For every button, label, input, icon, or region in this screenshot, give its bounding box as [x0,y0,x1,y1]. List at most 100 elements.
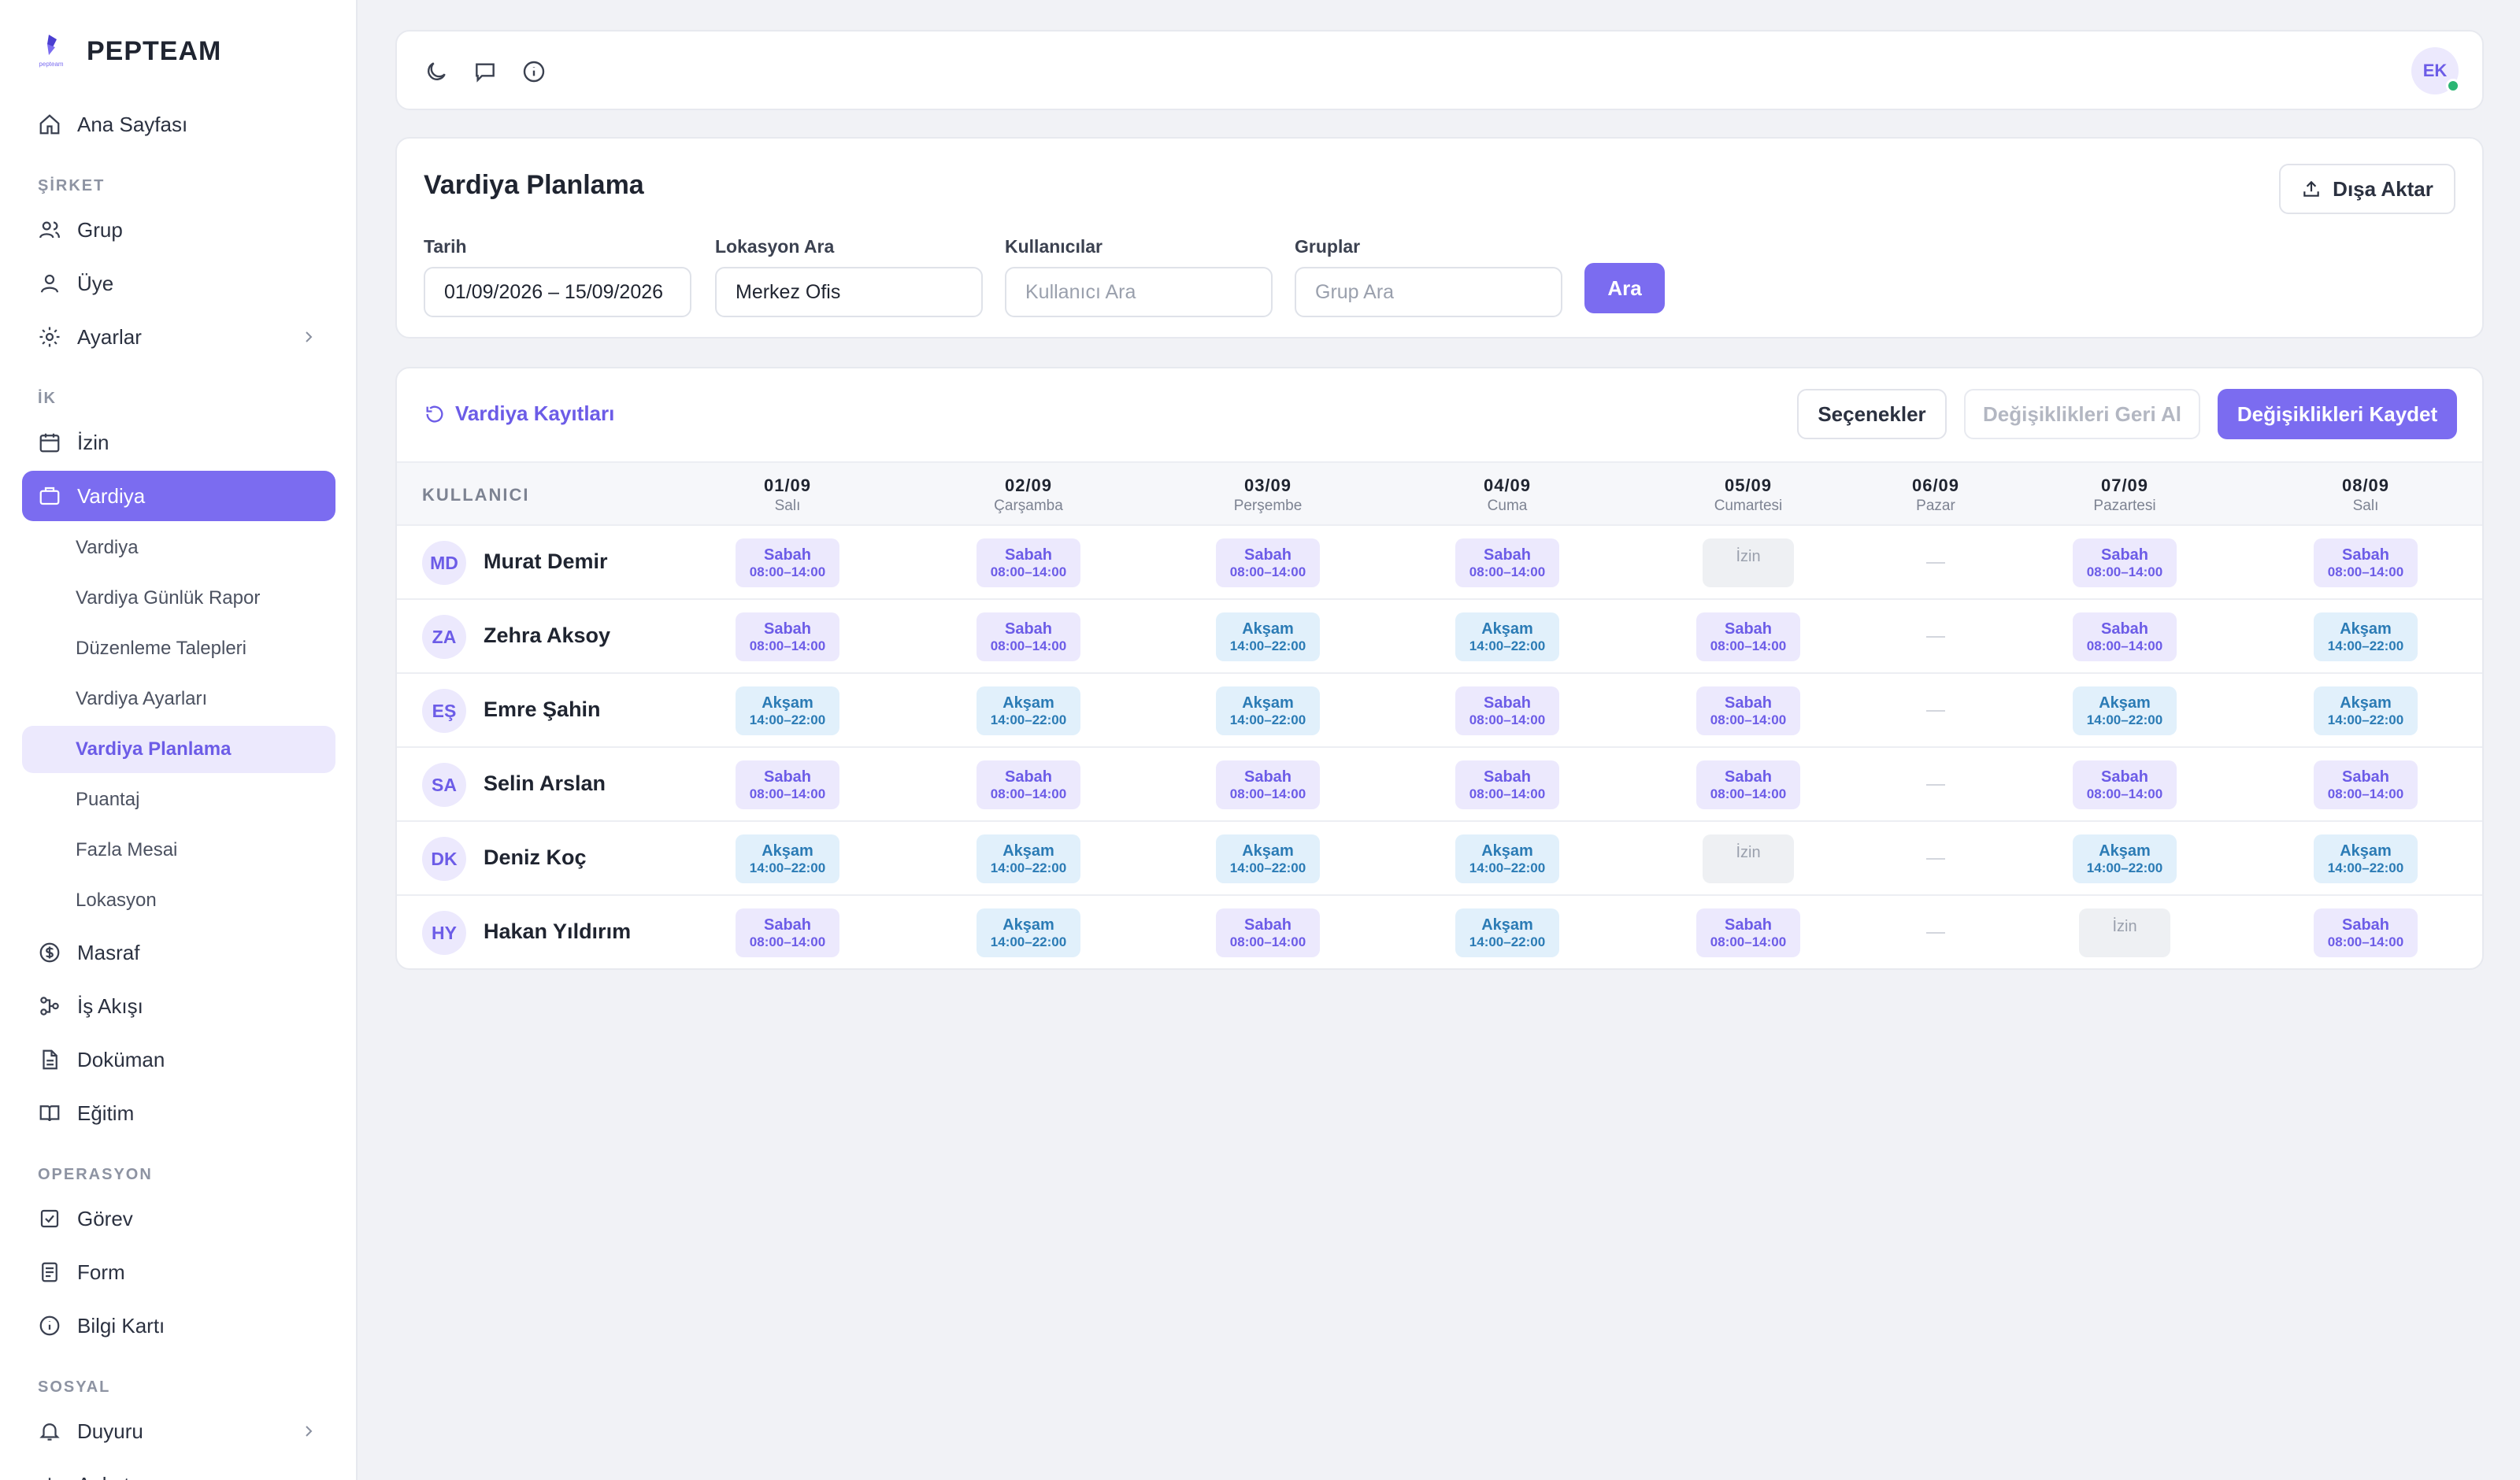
sidebar-subitem-fazla-mesai[interactable]: Fazla Mesai [22,827,335,874]
shift-logs-link[interactable]: Vardiya Kayıtları [424,401,614,426]
sidebar-item-masraf[interactable]: Masraf [22,927,335,978]
sidebar-item-form[interactable]: Form [22,1247,335,1297]
sidebar-item-grup[interactable]: Grup [22,205,335,255]
shift-chip-aksam[interactable]: Akşam 14:00–22:00 [736,834,839,883]
shift-chip-sabah[interactable]: Sabah 08:00–14:00 [1455,760,1559,809]
shift-chip-sabah[interactable]: Sabah 08:00–14:00 [2073,612,2177,661]
search-button[interactable]: Ara [1584,263,1665,313]
shift-chip-sabah[interactable]: Sabah 08:00–14:00 [976,760,1080,809]
revert-changes-button[interactable]: Değişiklikleri Geri Al [1964,389,2200,439]
shift-chip-sabah[interactable]: Sabah 08:00–14:00 [2073,538,2177,587]
sidebar-subitem-vardiya-ayarlari[interactable]: Vardiya Ayarları [22,675,335,723]
user-avatar[interactable]: EK [2411,47,2460,94]
sidebar-subitem-vardiya[interactable]: Vardiya [22,524,335,572]
shift-chip-aksam[interactable]: Akşam 14:00–22:00 [1455,908,1559,957]
shift-label: Sabah [1004,620,1053,638]
shift-chip-sabah[interactable]: Sabah 08:00–14:00 [976,612,1080,661]
shift-chip-sabah[interactable]: Sabah 08:00–14:00 [1696,760,1800,809]
shift-time: 08:00–14:00 [2086,564,2163,579]
day-off-dash [1926,932,1945,934]
shift-chip-aksam[interactable]: Akşam 14:00–22:00 [2073,834,2177,883]
day-date: 02/09 [1004,475,1053,495]
shift-chip-sabah[interactable]: Sabah 08:00–14:00 [1216,908,1320,957]
sidebar-item-home[interactable]: Ana Sayfası [22,99,335,150]
sidebar-item-vardiya[interactable]: Vardiya [22,471,335,521]
shift-chip-sabah[interactable]: Sabah 08:00–14:00 [1455,686,1559,735]
location-input[interactable]: Merkez Ofis [715,267,983,317]
user-name[interactable]: Murat Demir [484,549,608,574]
sidebar-item-uye[interactable]: Üye [22,258,335,309]
leave-chip[interactable]: İzin [1703,834,1794,883]
user-name[interactable]: Deniz Koç [484,845,587,870]
user-avatar-initials: DK [422,837,466,881]
shift-chip-sabah[interactable]: Sabah 08:00–14:00 [1696,612,1800,661]
sidebar-item-anket[interactable]: Anket [22,1460,335,1480]
user-name[interactable]: Hakan Yıldırım [484,919,631,944]
sidebar-item-dokuman[interactable]: Doküman [22,1034,335,1085]
sidebar-subitem-lokasyon[interactable]: Lokasyon [22,877,335,924]
sidebar-item-bilgi-karti[interactable]: Bilgi Kartı [22,1301,335,1351]
sidebar-item-label: Vardiya [77,483,146,508]
date-range-input[interactable]: 01/09/2026 – 15/09/2026 [424,267,691,317]
shift-label: Akşam [1481,842,1533,860]
shift-time: 08:00–14:00 [2327,786,2404,801]
shift-chip-aksam[interactable]: Akşam 14:00–22:00 [1455,834,1559,883]
options-button[interactable]: Seçenekler [1797,389,1947,439]
info-icon[interactable] [521,59,547,84]
moon-icon[interactable] [424,59,449,84]
groups-search-input[interactable]: Grup Ara [1295,267,1562,317]
shift-chip-aksam[interactable]: Akşam 14:00–22:00 [2314,834,2418,883]
sidebar-subitem-gunluk-rapor[interactable]: Vardiya Günlük Rapor [22,575,335,622]
shift-chip-aksam[interactable]: Akşam 14:00–22:00 [1216,834,1320,883]
shift-chip-sabah[interactable]: Sabah 08:00–14:00 [2073,760,2177,809]
shift-chip-sabah[interactable]: Sabah 08:00–14:00 [736,612,839,661]
sidebar-item-izin[interactable]: İzin [22,417,335,468]
brand-logo[interactable]: pepteam PEPTEAM [32,31,221,71]
users-search-input[interactable]: Kullanıcı Ara [1005,267,1273,317]
user-name[interactable]: Selin Arslan [484,771,606,796]
sidebar-item-duyuru[interactable]: Duyuru [22,1406,335,1456]
chat-icon[interactable] [472,59,498,84]
shift-chip-aksam[interactable]: Akşam 14:00–22:00 [2073,686,2177,735]
sidebar-item-gorev[interactable]: Görev [22,1193,335,1244]
shift-chip-sabah[interactable]: Sabah 08:00–14:00 [2314,908,2418,957]
shift-chip-sabah[interactable]: Sabah 08:00–14:00 [1216,538,1320,587]
shift-chip-sabah[interactable]: Sabah 08:00–14:00 [1696,908,1800,957]
shift-chip-sabah[interactable]: Sabah 08:00–14:00 [1216,760,1320,809]
leave-chip[interactable]: İzin [2079,908,2170,957]
sidebar-item-egitim[interactable]: Eğitim [22,1088,335,1138]
shift-chip-aksam[interactable]: Akşam 14:00–22:00 [976,686,1080,735]
shift-chip-sabah[interactable]: Sabah 08:00–14:00 [736,908,839,957]
shift-time: 08:00–14:00 [990,564,1067,579]
sidebar-item-ayarlar[interactable]: Ayarlar [22,312,335,362]
export-button[interactable]: Dışa Aktar [2279,164,2455,214]
user-name[interactable]: Zehra Aksoy [484,623,610,648]
shift-chip-sabah[interactable]: Sabah 08:00–14:00 [1455,538,1559,587]
shift-chip-aksam[interactable]: Akşam 14:00–22:00 [1216,686,1320,735]
shift-chip-sabah[interactable]: Sabah 08:00–14:00 [2314,760,2418,809]
home-icon [39,114,60,135]
shift-chip-sabah[interactable]: Sabah 08:00–14:00 [2314,538,2418,587]
shift-chip-sabah[interactable]: Sabah 08:00–14:00 [976,538,1080,587]
shift-time: 14:00–22:00 [2327,638,2404,653]
user-name[interactable]: Emre Şahin [484,697,601,722]
shift-time: 14:00–22:00 [2086,712,2163,727]
shift-chip-aksam[interactable]: Akşam 14:00–22:00 [1455,612,1559,661]
leave-chip[interactable]: İzin [1703,538,1794,587]
sidebar-subitem-vardiya-planlama[interactable]: Vardiya Planlama [22,726,335,773]
save-changes-button[interactable]: Değişiklikleri Kaydet [2218,389,2457,439]
sidebar-item-is-akisi[interactable]: İş Akışı [22,981,335,1031]
shift-chip-aksam[interactable]: Akşam 14:00–22:00 [1216,612,1320,661]
shift-chip-aksam[interactable]: Akşam 14:00–22:00 [976,834,1080,883]
sidebar-subitem-puantaj[interactable]: Puantaj [22,776,335,823]
section-sosyal: SOSYAL [38,1378,111,1396]
shift-chip-aksam[interactable]: Akşam 14:00–22:00 [2314,612,2418,661]
shift-time: 08:00–14:00 [1469,712,1546,727]
shift-chip-sabah[interactable]: Sabah 08:00–14:00 [736,538,839,587]
shift-chip-sabah[interactable]: Sabah 08:00–14:00 [736,760,839,809]
shift-chip-aksam[interactable]: Akşam 14:00–22:00 [976,908,1080,957]
sidebar-subitem-duzenleme-talepleri[interactable]: Düzenleme Talepleri [22,625,335,672]
shift-chip-aksam[interactable]: Akşam 14:00–22:00 [736,686,839,735]
shift-chip-sabah[interactable]: Sabah 08:00–14:00 [1696,686,1800,735]
shift-chip-aksam[interactable]: Akşam 14:00–22:00 [2314,686,2418,735]
